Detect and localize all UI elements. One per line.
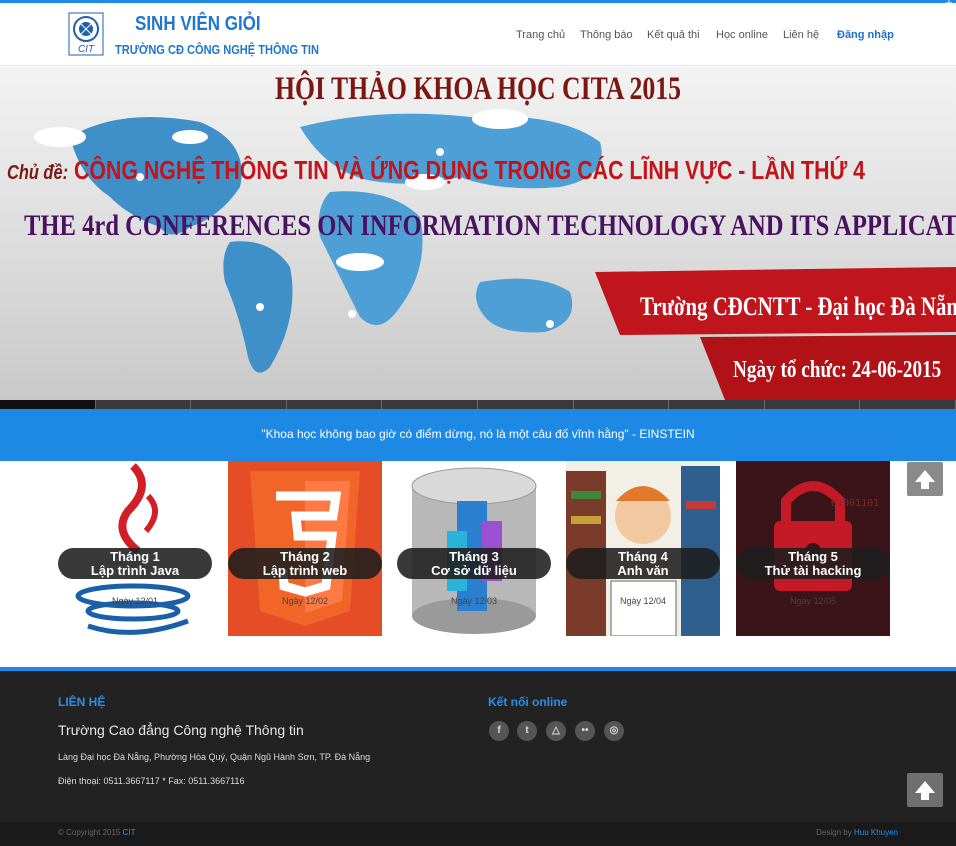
slide-indicator[interactable] <box>96 400 192 409</box>
course-date: Ngày 12/02 <box>281 596 329 606</box>
banner-english-title: THE 4rd CONFERENCES ON INFORMATION TECHN… <box>24 209 956 242</box>
slide-indicator[interactable] <box>382 400 478 409</box>
main-nav: Trang chủ Thông báo Kết quả thi Học onli… <box>0 29 956 47</box>
course-month: Tháng 1 <box>110 549 160 564</box>
quote-bar: "Khoa học không bao giờ có điểm dừng, nó… <box>0 409 956 461</box>
nav-exam-results[interactable]: Kết quả thi <box>647 29 700 41</box>
delicious-icon[interactable]: △ <box>546 721 566 741</box>
course-card-hacking[interactable]: 01001101 Tháng 5 Thử tài hacking Ngày 12… <box>736 461 890 636</box>
course-card-web[interactable]: Tháng 2 Lập trình web Ngày 12/02 <box>228 461 382 636</box>
slide-indicator[interactable] <box>191 400 287 409</box>
banner-date: Ngày tổ chức: 24-06-2015 <box>733 357 942 383</box>
footer-school-name: Trường Cao đẳng Công nghệ Thông tin <box>58 722 304 738</box>
slide-indicator[interactable] <box>765 400 861 409</box>
conference-banner[interactable]: HỘI THẢO KHOA HỌC CITA 2015 Chủ đề: CÔNG… <box>0 67 956 400</box>
footer-address: Làng Đại học Đà Nẵng, Phường Hòa Quý, Qu… <box>58 752 371 762</box>
slide-indicator[interactable] <box>669 400 765 409</box>
nav-login[interactable]: Đăng nhập <box>837 29 894 41</box>
dribbble-icon[interactable]: ◎ <box>604 721 624 741</box>
design-credit: Design by Huu Khuyen <box>816 828 898 837</box>
course-date: Ngày 12/01 <box>111 596 159 606</box>
slide-indicator[interactable] <box>0 400 96 409</box>
twitter-icon[interactable]: t <box>517 721 537 741</box>
course-month: Tháng 4 <box>618 549 668 564</box>
arrow-up-icon <box>915 470 935 489</box>
copyright-text: © Copyright 2015 CIT <box>58 828 136 837</box>
course-pill: Tháng 3 Cơ sở dữ liệu <box>397 548 551 579</box>
design-author-link[interactable]: Huu Khuyen <box>854 828 898 837</box>
banner-school: Trường CĐCNTT - Đại học Đà Nẵng <box>640 292 956 321</box>
slide-indicator[interactable] <box>287 400 383 409</box>
course-name: Lập trình Java <box>90 563 180 578</box>
course-month: Tháng 3 <box>449 549 499 564</box>
nav-contact[interactable]: Liên hệ <box>783 29 819 41</box>
banner-theme-label: Chủ đề: <box>7 162 69 184</box>
course-name: Cơ sở dữ liệu <box>431 563 517 578</box>
copyright-prefix: © Copyright 2015 <box>58 828 121 837</box>
banner-theme-text: CÔNG NGHỆ THÔNG TIN VÀ ỨNG DỤNG TRONG CÁ… <box>73 155 865 185</box>
course-month: Tháng 5 <box>788 549 838 564</box>
site-footer: LIÊN HỆ Trường Cao đẳng Công nghệ Thông … <box>0 667 956 822</box>
course-pill: Tháng 5 Thử tài hacking <box>736 548 890 579</box>
copyright-bar: © Copyright 2015 CIT Design by Huu Khuye… <box>0 822 956 846</box>
nav-home[interactable]: Trang chủ <box>516 29 565 41</box>
course-list: Tháng 1 Lập trình Java Ngày 12/01 Tháng … <box>0 461 956 667</box>
arrow-up-icon <box>915 781 935 800</box>
scroll-to-top-button[interactable] <box>907 462 943 496</box>
footer-phone: Điện thoại: 0511.3667117 * Fax: 0511.366… <box>58 776 245 786</box>
course-date: Ngày 12/05 <box>789 596 837 606</box>
course-pill: Tháng 1 Lập trình Java <box>58 548 212 579</box>
flickr-icon[interactable]: •• <box>575 721 595 741</box>
course-name: Lập trình web <box>262 563 348 578</box>
course-card-database[interactable]: Tháng 3 Cơ sở dữ liệu Ngày 12/03 <box>397 461 551 636</box>
online-heading: Kết nối online <box>488 695 568 709</box>
banner-title: HỘI THẢO KHOA HỌC CITA 2015 <box>275 71 681 107</box>
course-pill: Tháng 2 Lập trình web <box>228 548 382 579</box>
course-month: Tháng 2 <box>280 549 330 564</box>
slide-indicator[interactable] <box>574 400 670 409</box>
slider-pagination <box>0 400 956 409</box>
course-card-java[interactable]: Tháng 1 Lập trình Java Ngày 12/01 <box>58 461 212 636</box>
slide-indicator[interactable] <box>478 400 574 409</box>
course-date: Ngày 12/03 <box>450 596 498 606</box>
nav-announcements[interactable]: Thông báo <box>580 29 633 41</box>
facebook-icon[interactable]: f <box>489 721 509 741</box>
contact-heading: LIÊN HỆ <box>58 695 106 709</box>
course-name: Thử tài hacking <box>764 563 862 578</box>
copyright-brand-link[interactable]: CIT <box>123 828 136 837</box>
course-name: Anh văn <box>617 563 669 578</box>
scroll-to-top-button[interactable] <box>907 773 943 807</box>
course-card-english[interactable]: Tháng 4 Anh văn Ngày 12/04 <box>566 461 720 636</box>
svg-text:01001101: 01001101 <box>831 498 879 509</box>
course-pill: Tháng 4 Anh văn <box>566 548 720 579</box>
slide-indicator[interactable] <box>860 400 956 409</box>
banner-theme: Chủ đề: CÔNG NGHỆ THÔNG TIN VÀ ỨNG DỤNG … <box>7 155 865 186</box>
course-date: Ngày 12/04 <box>619 596 667 606</box>
site-header: CIT SINH VIÊN GIỎI TRƯỜNG CĐ CÔNG NGHỆ T… <box>0 3 956 66</box>
nav-online-learning[interactable]: Học online <box>716 29 768 41</box>
design-prefix: Design by <box>816 828 852 837</box>
